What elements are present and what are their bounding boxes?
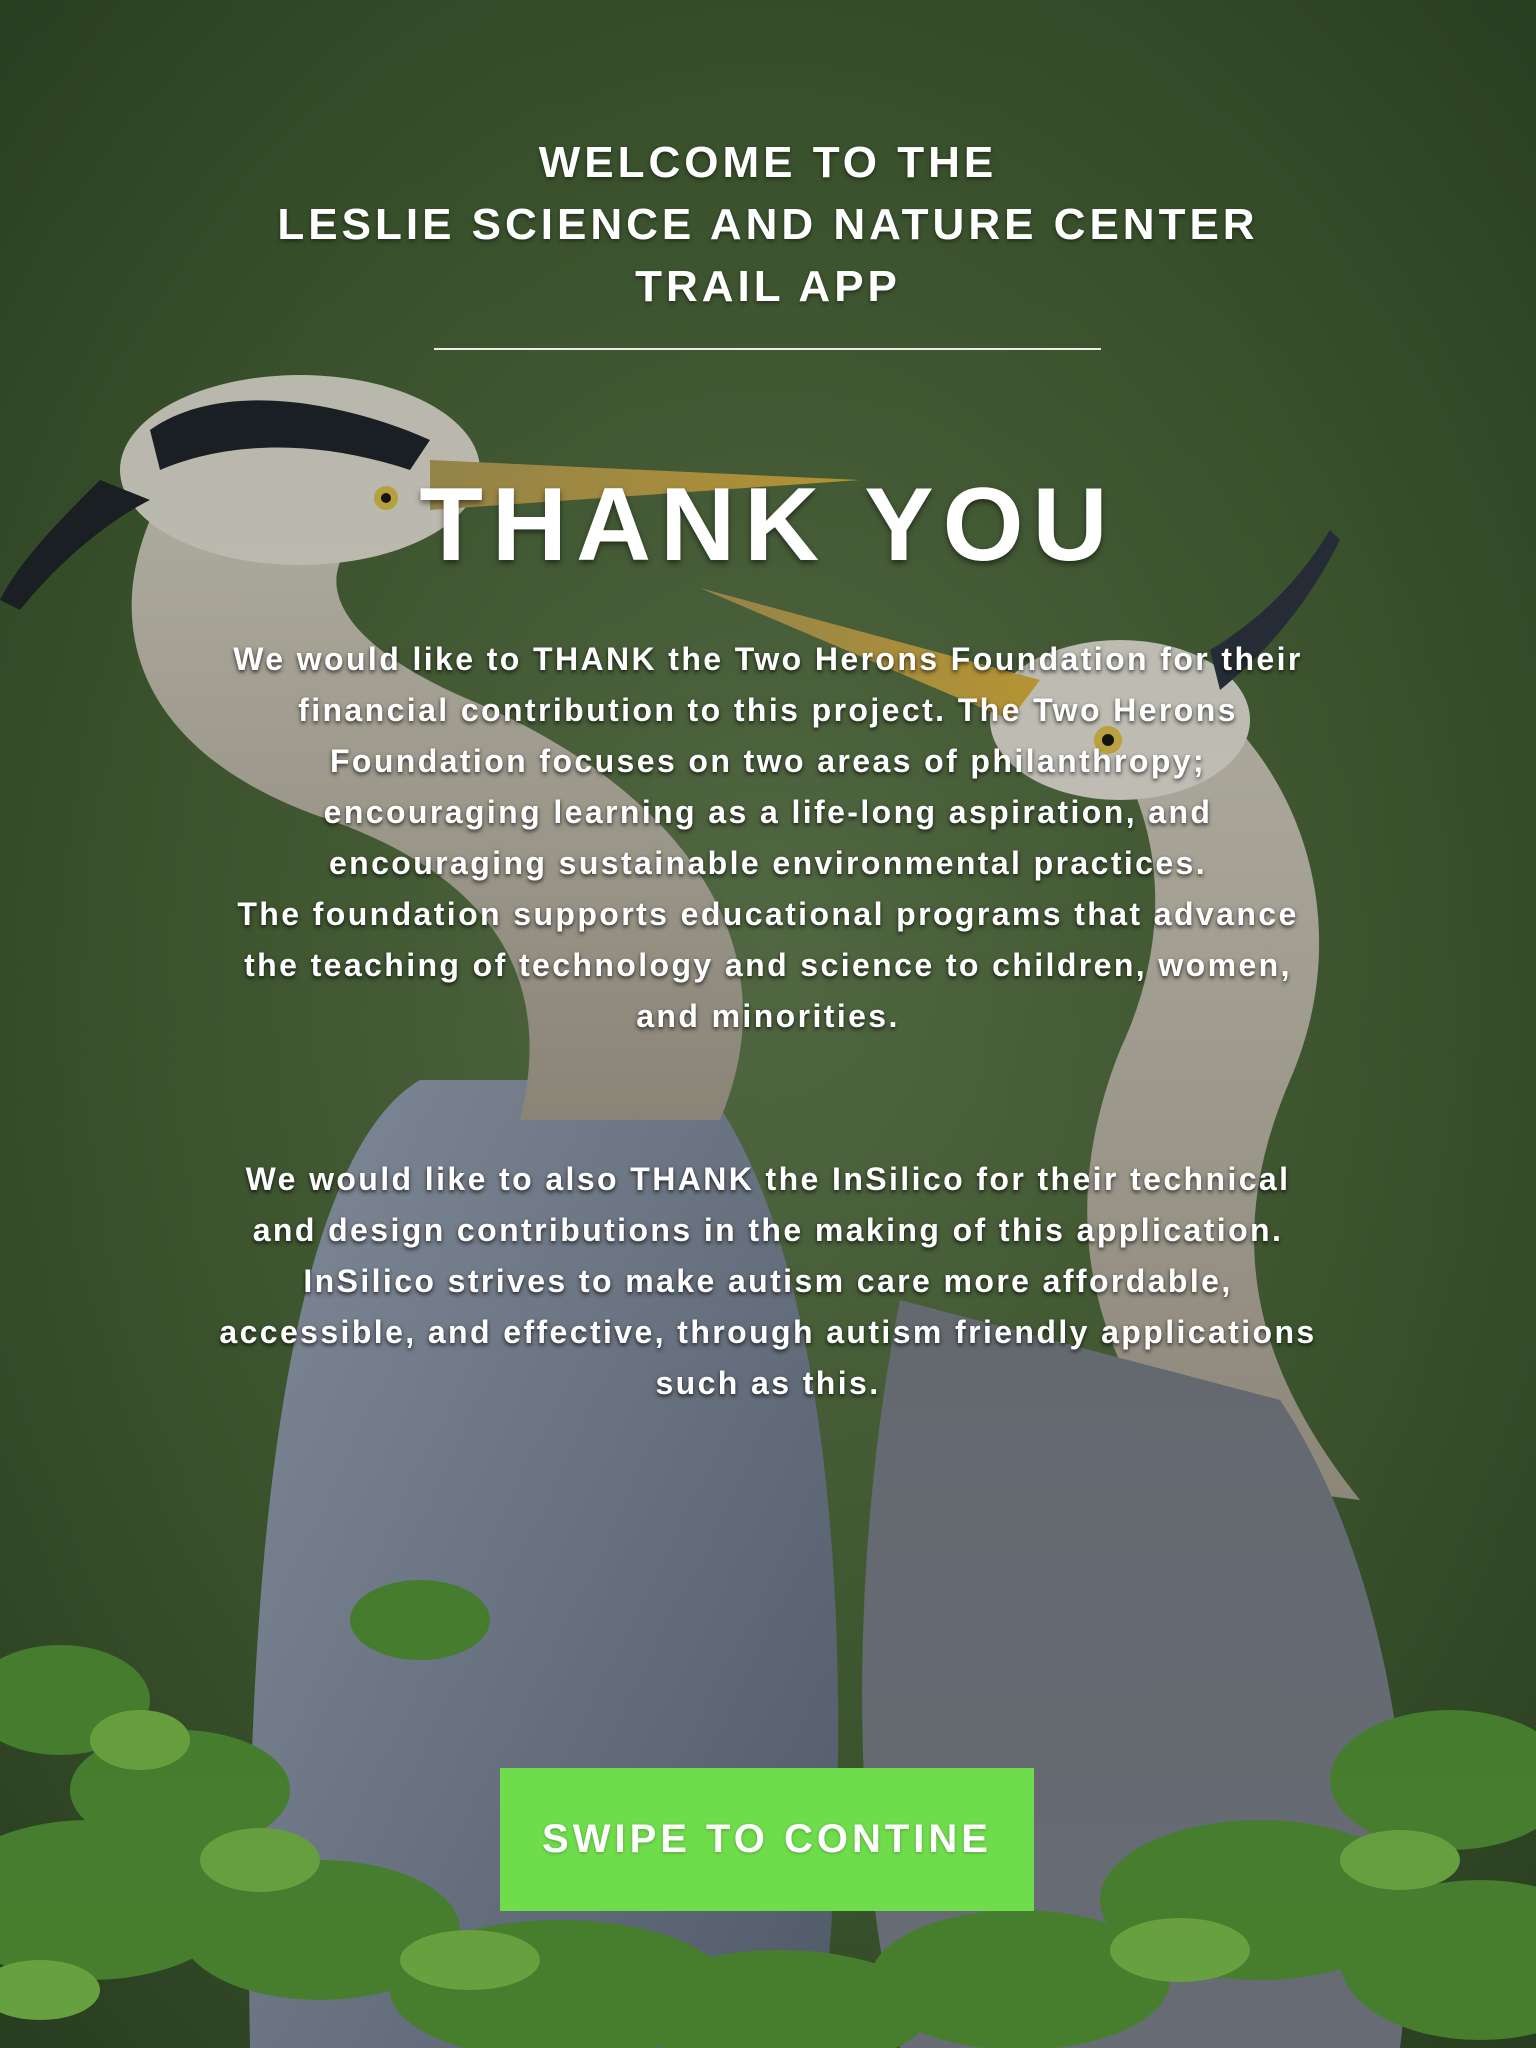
welcome-header: WELCOME TO THE LESLIE SCIENCE AND NATURE… (0, 132, 1536, 318)
swipe-to-continue-button[interactable]: SWIPE TO CONTINE (500, 1768, 1034, 1911)
header-line-2: LESLIE SCIENCE AND NATURE CENTER (277, 200, 1259, 249)
paragraph-line: encouraging sustainable environmental pr… (328, 845, 1208, 881)
paragraph-line: We would like to also THANK the InSilico… (245, 1161, 1291, 1197)
paragraph-line: encouraging learning as a life-long aspi… (323, 794, 1213, 830)
paragraph-line: Foundation focuses on two areas of phila… (329, 743, 1207, 779)
paragraph-line: The foundation supports educational prog… (237, 896, 1299, 932)
thank-you-title: THANK YOU (419, 467, 1117, 583)
insilico-paragraph: We would like to also THANK the InSilico… (90, 1154, 1446, 1409)
paragraph-line: and minorities. (636, 998, 900, 1034)
paragraph-line: such as this. (655, 1365, 881, 1401)
two-herons-paragraph: We would like to THANK the Two Herons Fo… (90, 634, 1446, 1042)
header-divider (434, 348, 1101, 350)
paragraph-line: the teaching of technology and science t… (244, 947, 1292, 983)
header-line-1: WELCOME TO THE (538, 138, 998, 187)
paragraph-line: We would like to THANK the Two Herons Fo… (233, 641, 1303, 677)
paragraph-line: financial contribution to this project. … (298, 692, 1238, 728)
paragraph-line: InSilico strives to make autism care mor… (303, 1263, 1233, 1299)
header-line-3: TRAIL APP (635, 262, 901, 311)
paragraph-line: accessible, and effective, through autis… (219, 1314, 1317, 1350)
paragraph-line: and design contributions in the making o… (252, 1212, 1284, 1248)
